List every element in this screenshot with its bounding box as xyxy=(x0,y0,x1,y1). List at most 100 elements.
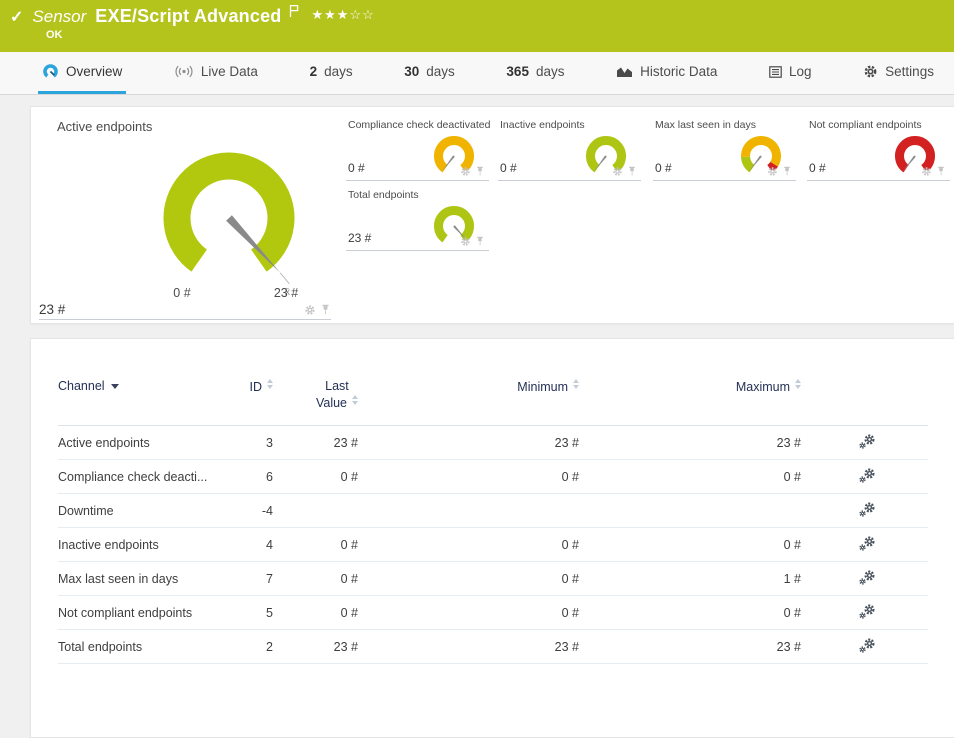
tab-overview-label: Overview xyxy=(66,64,122,79)
tab-overview[interactable]: Overview xyxy=(38,52,126,94)
sort-icon xyxy=(267,379,273,389)
table-row[interactable]: Total endpoints 2 23 # 23 # 23 # xyxy=(58,630,928,664)
broadcast-icon xyxy=(174,65,194,78)
gauge-value: 0 # xyxy=(500,161,517,175)
column-header-maximum[interactable]: Maximum xyxy=(579,379,801,426)
table-row[interactable]: Not compliant endpoints 5 0 # 0 # 0 # xyxy=(58,596,928,630)
divider xyxy=(346,180,489,181)
channel-maximum: 23 # xyxy=(579,426,801,460)
channel-id: 6 xyxy=(228,460,273,494)
gauge-card-active-endpoints: Active endpoints x̄ 0 # 23 # 23 # xyxy=(31,107,341,323)
tab-2-days-number: 2 xyxy=(310,64,318,79)
gauge-card-inactive-endpoints: Inactive endpoints 0 # xyxy=(498,117,641,189)
channel-maximum xyxy=(579,494,801,528)
channel-settings-gears-icon[interactable] xyxy=(859,468,876,486)
column-header-actions xyxy=(801,379,928,426)
tab-historic-data-label: Historic Data xyxy=(640,64,717,79)
log-list-icon xyxy=(769,66,782,78)
channel-id: 2 xyxy=(228,630,273,664)
sensor-kind-label: Sensor xyxy=(32,7,86,27)
channel-id: 3 xyxy=(228,426,273,460)
channel-name: Max last seen in days xyxy=(58,562,228,596)
channel-minimum: 0 # xyxy=(358,596,579,630)
table-row[interactable]: Max last seen in days 7 0 # 0 # 1 # xyxy=(58,562,928,596)
channel-settings-gears-icon[interactable] xyxy=(859,570,876,588)
gauge-card-total-endpoints: Total endpoints 23 # xyxy=(346,187,489,259)
tab-30-days-number: 30 xyxy=(404,64,419,79)
table-row[interactable]: Downtime -4 xyxy=(58,494,928,528)
channel-id: 5 xyxy=(228,596,273,630)
tab-365-days[interactable]: 365 days xyxy=(502,52,568,94)
tab-live-data[interactable]: Live Data xyxy=(170,52,262,94)
channels-panel: Channel ID LastValue Minimum Maximum Act… xyxy=(30,338,954,738)
priority-stars[interactable]: ★★★☆☆ xyxy=(311,7,374,23)
channel-name: Active endpoints xyxy=(58,426,228,460)
channel-settings-gears-icon[interactable] xyxy=(859,502,876,520)
active-endpoints-gauge: x̄ 0 # 23 # xyxy=(124,143,334,303)
channel-last-value: 23 # xyxy=(273,630,358,664)
stars-filled: ★★★ xyxy=(311,7,349,22)
tab-2-days-unit: days xyxy=(324,64,353,79)
channel-name: Downtime xyxy=(58,494,228,528)
gear-icon xyxy=(863,64,878,79)
tab-365-days-unit: days xyxy=(536,64,565,79)
channel-settings-gears-icon[interactable] xyxy=(859,434,876,452)
channel-settings-gears-icon[interactable] xyxy=(859,638,876,656)
channel-minimum: 0 # xyxy=(358,528,579,562)
tab-historic-data[interactable]: Historic Data xyxy=(612,52,721,94)
gauge-value: 0 # xyxy=(348,161,365,175)
gauge-scale-min: 0 # xyxy=(173,286,190,300)
tab-2-days[interactable]: 2 days xyxy=(306,52,357,94)
column-header-id[interactable]: ID xyxy=(228,379,273,426)
table-row[interactable]: Active endpoints 3 23 # 23 # 23 # xyxy=(58,426,928,460)
column-header-minimum[interactable]: Minimum xyxy=(358,379,579,426)
gauge-value: 0 # xyxy=(655,161,672,175)
table-row[interactable]: Compliance check deacti... 6 0 # 0 # 0 # xyxy=(58,460,928,494)
channel-maximum: 23 # xyxy=(579,630,801,664)
gauge-value: 23 # xyxy=(348,231,371,245)
channel-maximum: 0 # xyxy=(579,528,801,562)
channel-minimum: 23 # xyxy=(358,426,579,460)
channel-last-value: 0 # xyxy=(273,596,358,630)
gauge-card-not-compliant: Not compliant endpoints 0 # xyxy=(807,117,950,189)
area-chart-icon xyxy=(616,65,633,78)
column-header-channel[interactable]: Channel xyxy=(58,379,228,426)
divider xyxy=(346,250,489,251)
channel-name: Not compliant endpoints xyxy=(58,596,228,630)
channel-last-value: 23 # xyxy=(273,426,358,460)
sensor-status-header: ✓ Sensor EXE/Script Advanced ★★★☆☆ OK xyxy=(0,0,954,52)
sensor-title: EXE/Script Advanced xyxy=(95,6,281,27)
tab-log[interactable]: Log xyxy=(765,52,816,94)
tab-bar: Overview Live Data 2 days 30 days 365 da… xyxy=(0,52,954,95)
sort-icon xyxy=(573,379,579,389)
sort-desc-icon xyxy=(111,384,119,389)
table-row[interactable]: Inactive endpoints 4 0 # 0 # 0 # xyxy=(58,528,928,562)
table-header-row: Channel ID LastValue Minimum Maximum xyxy=(58,379,928,426)
gauge-value: 23 # xyxy=(39,302,65,317)
channel-minimum: 0 # xyxy=(358,460,579,494)
channel-last-value: 0 # xyxy=(273,562,358,596)
channel-settings-gears-icon[interactable] xyxy=(859,536,876,554)
tab-settings[interactable]: Settings xyxy=(859,52,938,94)
gauge-card-compliance-check-deactivated: Compliance check deactivated 0 # xyxy=(346,117,489,189)
channel-name: Inactive endpoints xyxy=(58,528,228,562)
channel-id: -4 xyxy=(228,494,273,528)
channel-id: 7 xyxy=(228,562,273,596)
gauge-title: Not compliant endpoints xyxy=(809,119,922,131)
channel-id: 4 xyxy=(228,528,273,562)
channel-last-value: 0 # xyxy=(273,460,358,494)
gauge-icon xyxy=(42,64,59,80)
tab-365-days-number: 365 xyxy=(506,64,529,79)
divider xyxy=(39,319,331,320)
divider xyxy=(807,180,950,181)
gauge-card-max-last-seen: Max last seen in days 0 # xyxy=(653,117,796,189)
tab-live-data-label: Live Data xyxy=(201,64,258,79)
sort-icon xyxy=(352,395,358,405)
gauge-title: Max last seen in days xyxy=(655,119,756,131)
channel-maximum: 0 # xyxy=(579,460,801,494)
gauge-title: Inactive endpoints xyxy=(500,119,585,131)
flag-icon[interactable] xyxy=(289,4,299,23)
tab-30-days[interactable]: 30 days xyxy=(400,52,459,94)
column-header-last-value[interactable]: LastValue xyxy=(273,379,358,426)
channel-settings-gears-icon[interactable] xyxy=(859,604,876,622)
